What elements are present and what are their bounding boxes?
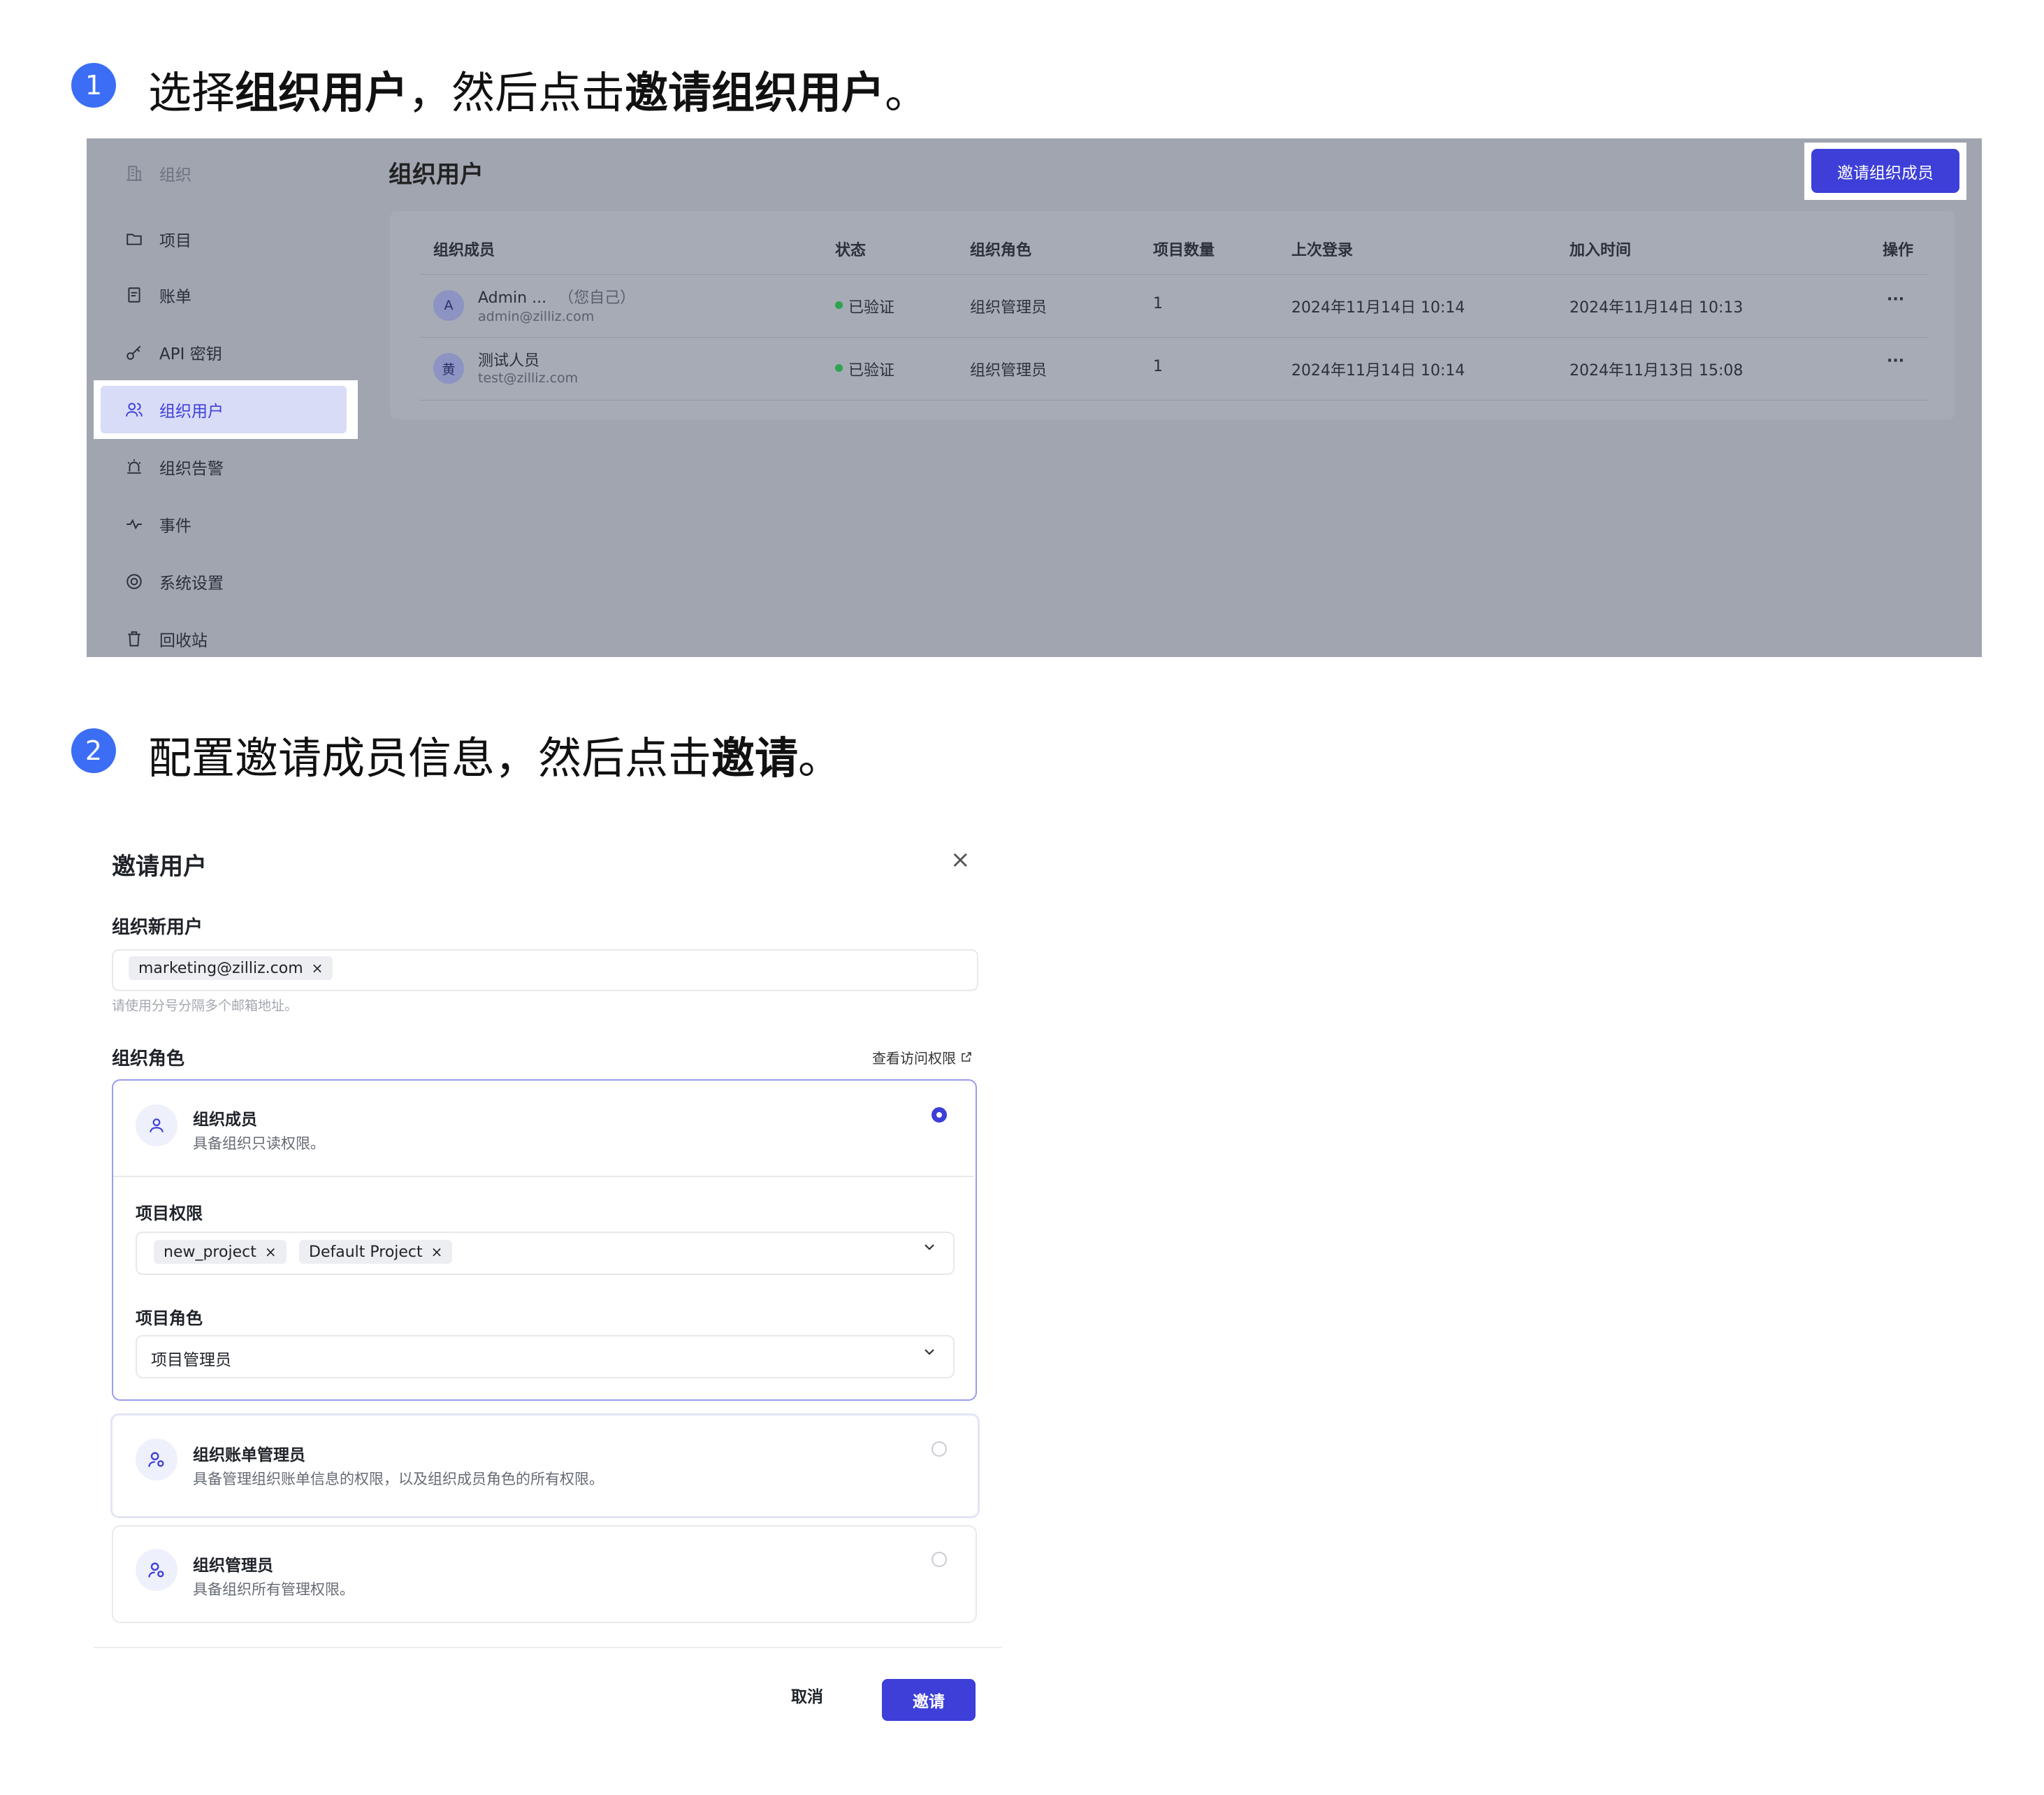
step-1-instruction: 选择组织用户，然后点击邀请组织用户。 [148,67,929,118]
users-icon [115,401,154,419]
remove-chip-icon[interactable]: × [431,1243,443,1260]
building-icon [115,164,154,182]
member-name: 测试人员 [478,352,540,370]
column-header-joined: 加入时间 [1570,242,1632,259]
pulse-icon [115,515,154,533]
user-icon [136,1104,177,1146]
email-chip: marketing@zilliz.com × [129,956,333,980]
member-name: Admin ... （您自己） [478,289,636,307]
project-chip: new_project × [154,1240,287,1264]
remove-chip-icon[interactable]: × [265,1243,277,1260]
cancel-button[interactable]: 取消 [791,1683,823,1707]
project-role-value: 项目管理员 [151,1351,231,1369]
trash-icon [115,630,154,648]
row-divider [419,400,1929,401]
footer-divider [94,1647,1002,1648]
sidebar-item-org-alerts[interactable]: 组织告警 [101,443,352,491]
column-header-actions: 操作 [1883,242,1914,259]
sidebar-item-org-users[interactable]: 组织用户 [101,386,347,433]
sidebar-item-recycle-bin[interactable]: 回收站 [101,615,352,663]
joined-time: 2024年11月13日 15:08 [1570,362,1744,380]
chevron-down-icon[interactable] [921,1343,938,1365]
bill-icon [115,286,154,304]
step-1-badge: 1 [71,63,116,108]
email-hint: 请使用分号分隔多个邮箱地址。 [112,998,298,1014]
step-2-badge: 2 [71,728,116,773]
org-role-label: 组织角色 [112,1048,185,1069]
avatar: 黄 [433,353,464,384]
member-email: admin@zilliz.com [478,309,595,324]
project-role-label: 项目角色 [136,1309,203,1328]
close-icon[interactable]: × [950,846,971,874]
avatar: A [433,290,464,321]
sidebar-item-billing[interactable]: 账单 [101,271,352,319]
status-text: 已验证 [848,362,895,380]
role-title: 组织账单管理员 [193,1446,305,1464]
invite-org-member-button[interactable]: 邀请组织成员 [1811,149,1959,193]
role-radio[interactable] [932,1441,947,1457]
role-description: 具备组织只读权限。 [193,1135,325,1152]
dialog-title: 邀请用户 [112,853,207,881]
role-title: 组织管理员 [193,1557,273,1575]
role-description: 具备管理组织账单信息的权限，以及组织成员角色的所有权限。 [193,1471,604,1487]
member-email: test@zilliz.com [478,370,579,386]
project-permission-label: 项目权限 [136,1204,203,1223]
chevron-down-icon[interactable] [921,1239,938,1260]
user-settings-icon [136,1439,177,1480]
joined-time: 2024年11月14日 10:13 [1570,299,1744,317]
role-card-billing-admin[interactable] [110,1413,980,1518]
sidebar-item-projects[interactable]: 项目 [101,215,352,263]
gear-icon [115,572,154,591]
remove-chip-icon[interactable]: × [312,960,324,976]
verified-status-dot [835,301,843,309]
column-header-status: 状态 [835,242,867,259]
role-text: 组织管理员 [970,362,1048,380]
status-text: 已验证 [848,299,895,317]
more-actions-button[interactable]: ··· [1887,291,1904,308]
user-settings-icon [136,1549,177,1591]
new-users-label: 组织新用户 [112,917,203,938]
self-tag: （您自己） [558,289,636,307]
column-header-role: 组织角色 [970,242,1032,259]
project-count: 1 [1153,295,1163,312]
row-divider [419,274,1929,275]
sidebar-item-org[interactable]: 组织 [101,150,352,197]
sidebar-item-api-keys[interactable]: API 密钥 [101,329,352,376]
sidebar-item-events[interactable]: 事件 [101,500,352,548]
sidebar: 组织 项目 账单 API 密钥 组织用户 组织告警 事件 系统设置 回收站 [87,138,380,657]
card-divider [113,1176,974,1177]
step-2-instruction: 配置邀请成员信息，然后点击邀请。 [148,733,842,784]
key-icon [115,343,154,361]
last-login: 2024年11月14日 10:14 [1291,362,1465,380]
project-count: 1 [1153,358,1163,375]
sidebar-item-settings[interactable]: 系统设置 [101,558,352,605]
role-radio-selected[interactable] [932,1107,947,1123]
role-text: 组织管理员 [970,299,1048,317]
project-chip: Default Project × [299,1240,453,1264]
more-actions-button[interactable]: ··· [1887,352,1904,370]
last-login: 2024年11月14日 10:14 [1291,299,1465,317]
column-header-projects: 项目数量 [1153,242,1215,259]
column-header-member: 组织成员 [433,242,495,259]
column-header-last-login: 上次登录 [1291,242,1354,259]
page-title: 组织用户 [389,161,484,189]
external-link-icon [960,1050,973,1067]
alarm-icon [115,458,154,476]
role-radio[interactable] [932,1552,947,1567]
folder-icon [115,230,154,248]
role-description: 具备组织所有管理权限。 [193,1581,354,1598]
invite-button[interactable]: 邀请 [882,1679,976,1721]
row-divider [419,337,1929,338]
project-role-select[interactable] [136,1335,955,1378]
role-title: 组织成员 [193,1111,257,1129]
view-permissions-link[interactable]: 查看访问权限 [872,1047,973,1067]
verified-status-dot [835,364,843,372]
